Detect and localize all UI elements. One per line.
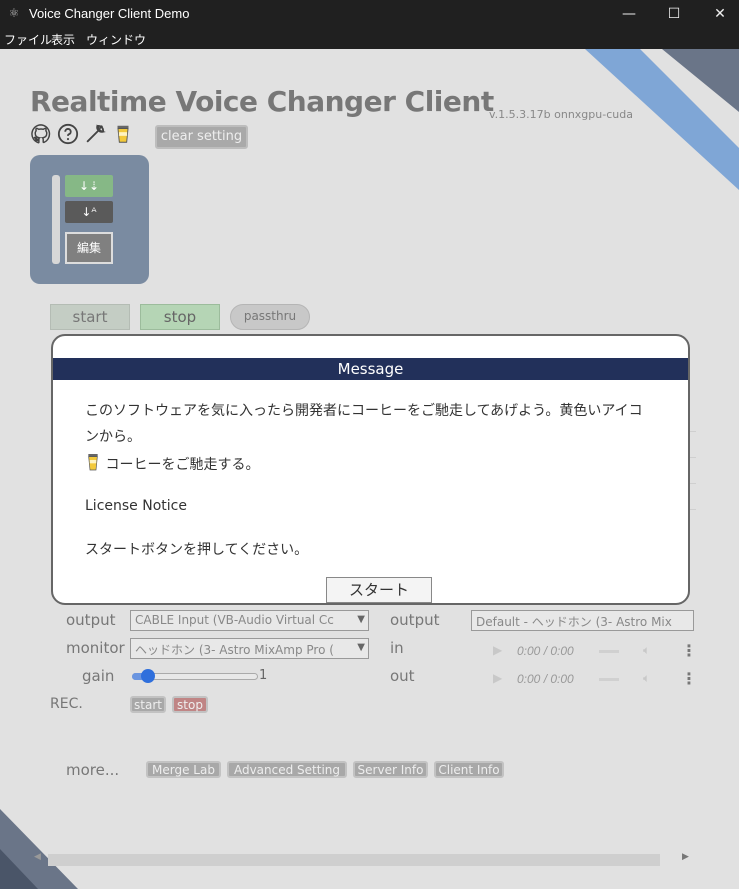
monitor-device-select[interactable]: ヘッドホン (3- Astro MixAmp Pro ( ▼ <box>130 638 369 659</box>
monitor-label: monitor <box>66 639 125 657</box>
server-info-button[interactable]: Server Info <box>353 761 428 778</box>
scroll-right-icon[interactable]: ▶ <box>682 852 689 862</box>
more-options-icon[interactable]: ⋮ <box>681 641 697 660</box>
output-label: output <box>66 611 116 629</box>
sort-ascending-button[interactable]: ↓⇣ <box>65 175 113 197</box>
passthru-button[interactable]: passthru <box>230 304 310 330</box>
start-button[interactable]: start <box>50 304 130 330</box>
volume-icon[interactable]: 🔈︎ <box>643 671 650 686</box>
clear-setting-button[interactable]: clear setting <box>155 125 248 149</box>
dialog-message: このソフトウェアを気に入ったら開発者にコーヒーをご馳走してあげよう。黄色いアイコ… <box>85 403 643 445</box>
coffee-link[interactable]: コーヒーをご馳走する。 <box>105 457 259 473</box>
in-progress-track[interactable] <box>599 650 619 653</box>
chevron-down-icon: ▼ <box>357 642 365 653</box>
close-button[interactable]: ✕ <box>697 0 739 28</box>
scroll-left-icon[interactable]: ◀ <box>34 852 41 862</box>
gain-label: gain <box>82 667 115 685</box>
version-label: v.1.5.3.17b onnxgpu-cuda <box>489 108 633 121</box>
coffee-icon[interactable] <box>112 123 134 145</box>
play-icon[interactable]: ▶ <box>493 643 502 657</box>
play-icon[interactable]: ▶ <box>493 671 502 685</box>
more-label: more... <box>66 761 120 779</box>
out-progress-track[interactable] <box>599 678 619 681</box>
out-label: out <box>390 667 415 685</box>
dialog-instruction: スタートボタンを押してください。 <box>85 542 309 558</box>
rec-stop-button[interactable]: stop <box>172 696 208 713</box>
edit-button[interactable]: 編集 <box>65 232 113 264</box>
menu-window[interactable]: ウィンドウ <box>86 31 146 48</box>
wrench-icon[interactable] <box>84 123 106 145</box>
output-device-select[interactable]: CABLE Input (VB-Audio Virtual Cc ▼ <box>130 610 369 631</box>
gain-value: 1 <box>259 668 268 683</box>
more-options-icon[interactable]: ⋮ <box>681 669 697 688</box>
merge-lab-button[interactable]: Merge Lab <box>146 761 221 778</box>
advanced-setting-button[interactable]: Advanced Setting <box>227 761 347 778</box>
out-audio-player: ▶ 0:00 / 0:00 🔈︎ ⋮ <box>471 668 697 690</box>
license-notice[interactable]: License Notice <box>85 498 187 514</box>
title-bar: ⚛ Voice Changer Client Demo — ☐ ✕ <box>0 0 739 28</box>
coffee-line[interactable]: コーヒーをご馳走する。 <box>85 452 259 474</box>
right-output-device-select[interactable]: Default - ヘッドホン (3- Astro Mix <box>471 610 694 631</box>
chevron-down-icon: ▼ <box>357 614 365 625</box>
window-title: Voice Changer Client Demo <box>29 6 190 21</box>
out-time: 0:00 / 0:00 <box>517 672 574 686</box>
menu-bar: ファイル 表示 ウィンドウ <box>0 28 739 49</box>
in-time: 0:00 / 0:00 <box>517 644 574 658</box>
github-icon[interactable] <box>30 123 52 145</box>
slot-scrollbar[interactable] <box>52 175 60 264</box>
in-label: in <box>390 639 404 657</box>
horizontal-scrollbar[interactable]: ◀ ▶ <box>32 852 692 868</box>
menu-file[interactable]: ファイル <box>4 31 52 48</box>
menu-view[interactable]: 表示 <box>51 31 75 48</box>
in-audio-player: ▶ 0:00 / 0:00 🔈︎ ⋮ <box>471 640 697 662</box>
gain-slider-handle[interactable] <box>141 669 155 683</box>
client-info-button[interactable]: Client Info <box>434 761 504 778</box>
rec-start-button[interactable]: start <box>130 696 166 713</box>
stop-button[interactable]: stop <box>140 304 220 330</box>
maximize-button[interactable]: ☐ <box>651 0 697 28</box>
message-dialog: Message このソフトウェアを気に入ったら開発者にコーヒーをご馳走してあげよ… <box>51 334 690 605</box>
right-output-label: output <box>390 611 440 629</box>
sort-alpha-button[interactable]: ↓ᴬ <box>65 201 113 223</box>
volume-icon[interactable]: 🔈︎ <box>643 643 650 658</box>
app-title: Realtime Voice Changer Client <box>30 85 494 118</box>
rec-label: REC. <box>50 696 83 712</box>
model-slot-panel: ↓⇣ ↓ᴬ 編集 <box>30 155 149 284</box>
app-icon: ⚛ <box>8 6 20 20</box>
coffee-icon <box>88 454 98 471</box>
help-icon[interactable] <box>57 123 79 145</box>
dialog-title: Message <box>53 358 688 380</box>
minimize-button[interactable]: — <box>606 0 652 28</box>
scrollbar-thumb[interactable] <box>48 854 660 866</box>
dialog-start-button[interactable]: スタート <box>326 577 432 603</box>
